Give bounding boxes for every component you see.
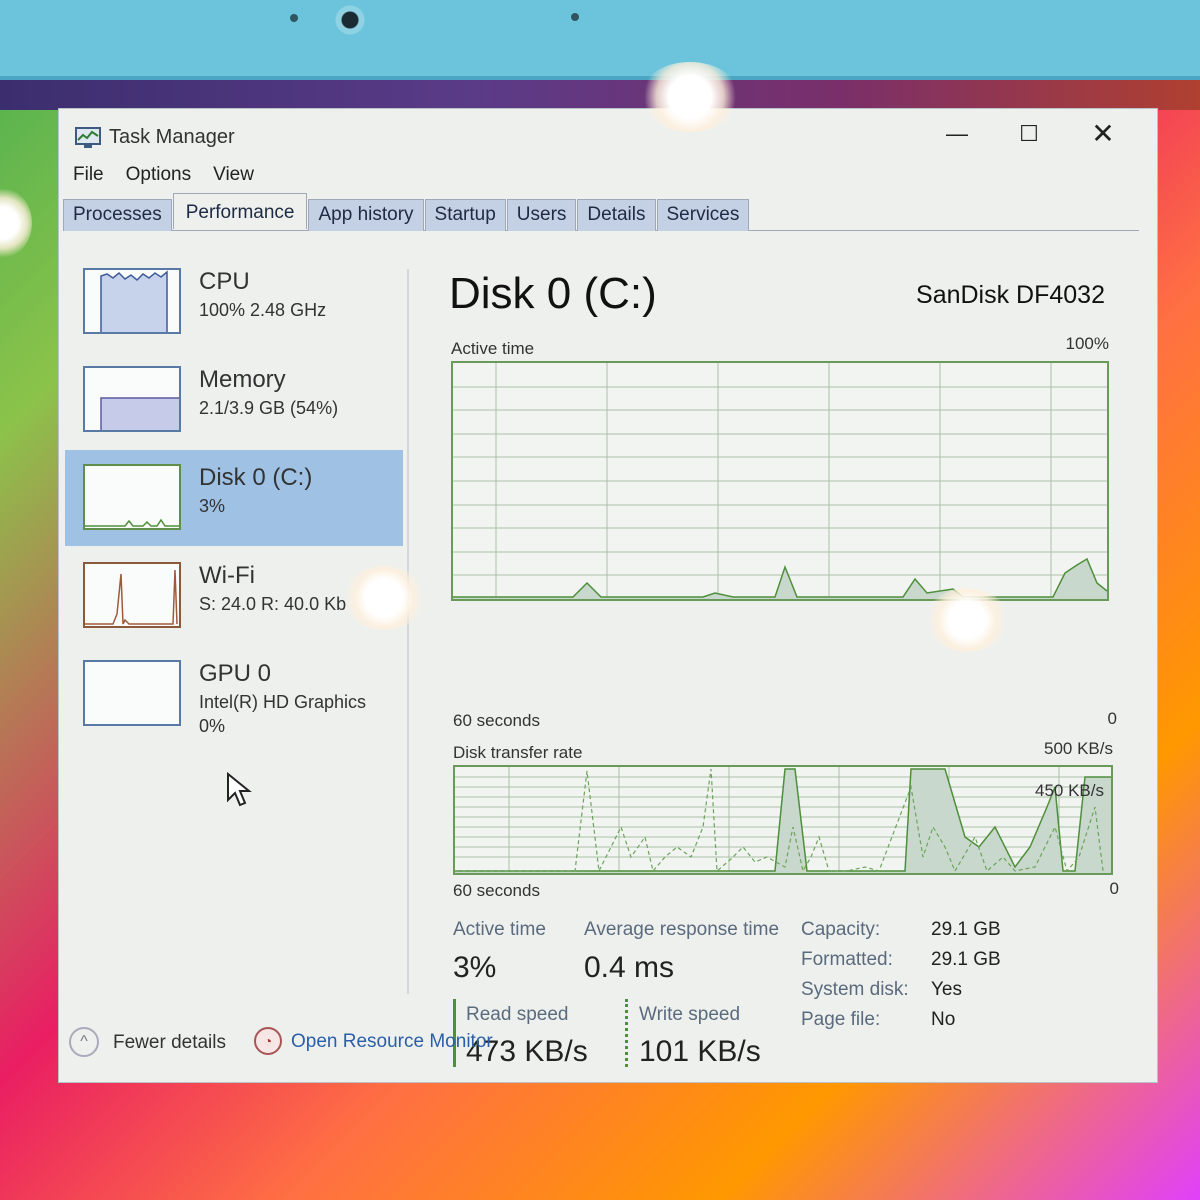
bezel-sensor: [571, 13, 579, 21]
sidebar-item-gpu[interactable]: GPU 0 Intel(R) HD Graphics 0%: [65, 646, 403, 742]
window-title: Task Manager: [109, 126, 235, 148]
wifi-thumbnail-graph: [83, 562, 181, 628]
memory-thumbnail-graph: [83, 366, 181, 432]
resource-sidebar: CPU 100% 2.48 GHz Memory 2.1/3.9 GB (54%…: [65, 254, 403, 994]
transfer-rate-graph-label: Disk transfer rate: [453, 743, 583, 762]
screen-glare: [925, 588, 1009, 652]
sidebar-label-disk: Disk 0 (C:): [199, 464, 313, 491]
disk-model: SanDisk DF4032: [916, 281, 1105, 309]
tab-performance[interactable]: Performance: [172, 193, 308, 229]
tab-details[interactable]: Details: [577, 199, 656, 231]
sidebar-value-wifi: S: 24.0 R: 40.0 Kb: [199, 594, 347, 614]
screen-glare: [0, 188, 32, 258]
desktop-wallpaper: [0, 80, 1200, 110]
sidebar-label-wifi: Wi-Fi: [199, 562, 255, 589]
fewer-details-button[interactable]: Fewer details: [113, 1032, 226, 1054]
formatted-value: 29.1 GB: [931, 949, 1001, 970]
capacity-label: Capacity:: [801, 919, 881, 940]
disk-thumbnail-graph: [83, 464, 181, 530]
sidebar-label-memory: Memory: [199, 366, 286, 393]
transfer-rate-graph-max: 500 KB/s: [1044, 739, 1113, 758]
sidebar-value-cpu: 100% 2.48 GHz: [199, 300, 327, 320]
menu-view[interactable]: View: [213, 164, 254, 190]
title-bar[interactable]: Task Manager — ☐ ✕: [59, 109, 1157, 161]
sidebar-usage-gpu: 0%: [199, 716, 226, 736]
screen-glare: [640, 62, 740, 132]
capacity-value: 29.1 GB: [931, 919, 1001, 940]
sidebar-value-memory: 2.1/3.9 GB (54%): [199, 398, 339, 418]
read-speed-label: Read speed: [466, 1004, 569, 1025]
tab-users[interactable]: Users: [506, 199, 577, 231]
gpu-thumbnail-graph: [83, 660, 181, 726]
menu-bar: File Options View: [73, 164, 254, 190]
write-speed-label: Write speed: [639, 1004, 741, 1025]
sidebar-item-disk[interactable]: Disk 0 (C:) 3%: [65, 450, 403, 546]
sidebar-label-gpu: GPU 0: [199, 660, 272, 687]
system-disk-value: Yes: [931, 979, 962, 1000]
cpu-thumbnail-graph: [83, 268, 181, 334]
menu-options[interactable]: Options: [126, 164, 191, 190]
tab-strip: Processes Performance App history Startu…: [63, 193, 1139, 231]
close-button[interactable]: ✕: [1073, 119, 1133, 149]
tab-app-history[interactable]: App history: [308, 199, 424, 231]
transfer-rate-graph-duration: 60 seconds: [453, 881, 540, 900]
sidebar-label-cpu: CPU: [199, 268, 250, 295]
tab-startup[interactable]: Startup: [424, 199, 506, 231]
tab-processes[interactable]: Processes: [63, 199, 172, 231]
page-file-value: No: [931, 1009, 956, 1030]
active-time-graph-label: Active time: [451, 339, 535, 358]
footer: ^ Fewer details ◔ Open Resource Monitor: [69, 1024, 769, 1064]
active-time-graph-duration: 60 seconds: [453, 711, 540, 730]
disk-detail-panel: Disk 0 (C:) SanDisk DF4032 Active time 1…: [439, 259, 1139, 1068]
menu-file[interactable]: File: [73, 164, 104, 190]
transfer-rate-graph-inner-scale: 450 KB/s: [1035, 781, 1104, 800]
transfer-rate-graph-min: 0: [1109, 879, 1119, 898]
formatted-label: Formatted:: [801, 949, 893, 970]
sidebar-item-memory[interactable]: Memory 2.1/3.9 GB (54%): [65, 352, 403, 448]
page-file-label: Page file:: [801, 1009, 881, 1030]
active-time-stat-value: 3%: [453, 951, 497, 984]
sidebar-divider: [407, 269, 409, 994]
page-title: Disk 0 (C:): [449, 269, 657, 318]
resource-monitor-icon[interactable]: ◔: [254, 1027, 282, 1055]
open-resource-monitor-link[interactable]: Open Resource Monitor: [291, 1031, 493, 1053]
tab-services[interactable]: Services: [656, 199, 750, 231]
mouse-pointer-icon: [227, 772, 252, 807]
active-time-graph-min: 0: [1107, 709, 1117, 728]
laptop-bezel: [0, 0, 1200, 80]
task-manager-icon: [75, 127, 101, 148]
sidebar-item-cpu[interactable]: CPU 100% 2.48 GHz: [65, 254, 403, 350]
active-time-graph: [451, 361, 1109, 601]
bezel-sensor: [290, 14, 298, 22]
chevron-up-icon[interactable]: ^: [69, 1027, 99, 1057]
active-time-stat-label: Active time: [453, 919, 546, 940]
avg-response-time-label: Average response time: [584, 919, 780, 940]
transfer-rate-graph: 450 KB/s: [453, 765, 1113, 875]
sidebar-value-disk: 3%: [199, 496, 226, 516]
minimize-button[interactable]: —: [927, 119, 987, 149]
sidebar-value-gpu: Intel(R) HD Graphics: [199, 692, 367, 712]
active-time-graph-max: 100%: [1065, 334, 1109, 353]
system-disk-label: System disk:: [801, 979, 909, 1000]
avg-response-time-value: 0.4 ms: [584, 951, 675, 984]
maximize-button[interactable]: ☐: [999, 119, 1059, 149]
screen-glare: [342, 566, 426, 630]
webcam: [330, 2, 370, 38]
